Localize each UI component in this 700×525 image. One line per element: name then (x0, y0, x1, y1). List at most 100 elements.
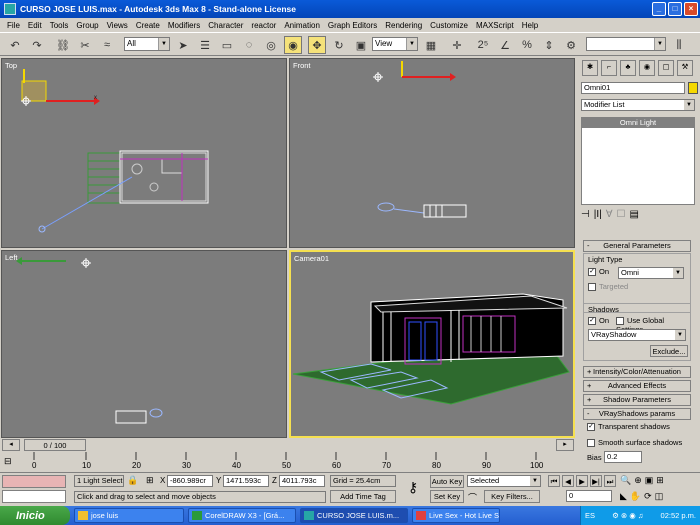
orbit-icon[interactable]: ⟳ (644, 491, 652, 502)
next-frame-icon[interactable]: ▸ (556, 439, 574, 451)
transparent-shadows-checkbox[interactable]: ✓ Transparent shadows (587, 422, 670, 432)
zoom-icon[interactable]: 🔍 (620, 475, 631, 486)
track-bar[interactable]: ⊟ 0 10 20 30 40 50 60 70 80 90 100 (0, 452, 578, 472)
select-and-manipulate-icon[interactable]: ◉ (284, 36, 302, 54)
vray-shadows-rollout[interactable]: - VRayShadows params (583, 408, 691, 420)
mirror-icon[interactable]: ⫼ (670, 36, 688, 54)
pin-stack-icon[interactable]: ⊣ (581, 209, 590, 220)
play-icon[interactable]: ▶ (576, 475, 588, 487)
create-tab-icon[interactable]: ✱ (582, 60, 598, 76)
menu-character[interactable]: Character (204, 21, 247, 30)
x-coord-input[interactable]: -860.989cr (167, 475, 213, 487)
light-type-dropdown[interactable]: Omni ▼ (618, 267, 684, 279)
remove-modifier-icon[interactable]: ☐ (617, 209, 626, 220)
select-move-icon[interactable]: ◎ (262, 36, 280, 54)
zoom-extents-icon[interactable]: ▣ (645, 475, 654, 486)
modify-tab-icon[interactable]: ⌐ (601, 60, 617, 76)
menu-maxscript[interactable]: MAXScript (472, 21, 518, 30)
viewport-left[interactable]: Left (1, 250, 287, 438)
zoom-all-icon[interactable]: ⊕ (634, 475, 642, 486)
goto-end-icon[interactable]: ⏭ (604, 475, 616, 487)
targeted-checkbox[interactable]: Targeted (588, 282, 628, 292)
pivot-icon[interactable]: ▦ (422, 36, 440, 54)
menu-help[interactable]: Help (518, 21, 542, 30)
named-selection-dropdown[interactable]: ▼ (586, 37, 666, 51)
smooth-surface-checkbox[interactable]: Smooth surface shadows (587, 438, 682, 448)
menu-views[interactable]: Views (103, 21, 132, 30)
viewport-front[interactable]: Front (289, 58, 575, 248)
absolute-mode-icon[interactable]: ⊞ (146, 475, 154, 486)
select-move-icon[interactable]: ✥ (308, 36, 326, 54)
minimize-button[interactable]: _ (652, 2, 666, 16)
unlink-icon[interactable]: ✂ (76, 36, 94, 54)
spinner-snap-icon[interactable]: ⇕ (540, 36, 558, 54)
link-icon[interactable]: ⛓ (54, 36, 72, 54)
add-time-tag-button[interactable]: Add Time Tag (330, 490, 396, 503)
maxscript-output-mini[interactable] (2, 490, 66, 503)
task-coreldraw[interactable]: CorelDRAW X3 - [Grá... (188, 508, 296, 523)
select-object-icon[interactable]: ➤ (174, 36, 192, 54)
menu-rendering[interactable]: Rendering (381, 21, 426, 30)
goto-start-icon[interactable]: ⏮ (548, 475, 560, 487)
angle-snap-icon[interactable]: ∠ (496, 36, 514, 54)
start-button[interactable]: Inicio (0, 506, 70, 525)
modifier-list-dropdown[interactable]: Modifier List ▼ (581, 99, 695, 111)
key-filters-button[interactable]: Key Filters... (484, 490, 540, 503)
ref-coord-dropdown[interactable]: View ▼ (372, 37, 418, 51)
exclude-button[interactable]: Exclude... (650, 345, 688, 357)
configure-modifier-sets-icon[interactable]: ▤ (630, 209, 639, 220)
next-key-icon[interactable]: ▶| (590, 475, 602, 487)
z-coord-input[interactable]: 4011.793c (279, 475, 325, 487)
language-indicator[interactable]: ES (585, 511, 595, 520)
pan-icon[interactable]: ✋ (630, 491, 641, 502)
object-color-swatch[interactable] (688, 82, 698, 94)
undo-icon[interactable]: ↶ (6, 36, 24, 54)
edit-named-selection-icon[interactable]: ⚙ (562, 36, 580, 54)
select-scale-icon[interactable]: ▣ (352, 36, 370, 54)
task-jose-luis[interactable]: jose luis (74, 508, 184, 523)
display-tab-icon[interactable]: ▢ (658, 60, 674, 76)
prev-key-icon[interactable]: ◀ (562, 475, 574, 487)
current-frame-input[interactable]: 0 (566, 490, 612, 502)
close-button[interactable]: × (684, 2, 698, 16)
menu-animation[interactable]: Animation (280, 21, 324, 30)
select-rotate-icon[interactable]: ↻ (330, 36, 348, 54)
viewport-camera[interactable]: Camera01 (289, 250, 575, 438)
show-end-result-icon[interactable]: |I| (594, 209, 602, 220)
shadow-type-dropdown[interactable]: VRayShadow ▼ (588, 329, 686, 341)
axis-constraint-icon[interactable]: ✛ (448, 36, 466, 54)
menu-modifiers[interactable]: Modifiers (164, 21, 204, 30)
y-coord-input[interactable]: 1471.593c (223, 475, 269, 487)
default-tangents-icon[interactable]: ⌒ (468, 491, 477, 504)
on-checkbox[interactable]: ✓ On (588, 267, 609, 277)
window-crossing-icon[interactable]: ◌ (240, 36, 258, 54)
task-3dsmax[interactable]: CURSO JOSE LUIS.m... (300, 508, 408, 523)
menu-file[interactable]: File (3, 21, 24, 30)
advanced-effects-rollout[interactable]: + Advanced Effects (583, 380, 691, 392)
menu-edit[interactable]: Edit (24, 21, 46, 30)
make-unique-icon[interactable]: ∀ (606, 209, 613, 220)
menu-group[interactable]: Group (72, 21, 102, 30)
selection-filter-dropdown[interactable]: All ▼ (124, 37, 170, 51)
percent-snap-icon[interactable]: % (518, 36, 536, 54)
zoom-extents-all-icon[interactable]: ⊞ (656, 475, 664, 486)
general-parameters-rollout[interactable]: - General Parameters (583, 240, 691, 252)
auto-key-button[interactable]: Auto Key (430, 475, 464, 488)
lock-selection-icon[interactable]: 🔒 (127, 475, 138, 486)
prev-frame-icon[interactable]: ◂ (2, 439, 20, 451)
intensity-rollout[interactable]: + Intensity/Color/Attenuation (583, 366, 691, 378)
field-of-view-icon[interactable]: ◣ (620, 491, 627, 502)
maxscript-listener-mini[interactable] (2, 475, 66, 488)
time-slider-thumb[interactable]: 0 / 100 (24, 439, 86, 451)
menu-create[interactable]: Create (132, 21, 164, 30)
bias-spinner[interactable]: 0.2 (604, 451, 642, 463)
set-key-button[interactable]: Set Key (430, 490, 464, 503)
curve-editor-icon[interactable]: ⊟ (4, 456, 12, 467)
shadow-parameters-rollout[interactable]: + Shadow Parameters (583, 394, 691, 406)
menu-tools[interactable]: Tools (46, 21, 73, 30)
rect-selection-icon[interactable]: ▭ (218, 36, 236, 54)
utilities-tab-icon[interactable]: ⚒ (677, 60, 693, 76)
select-by-name-icon[interactable]: ☰ (196, 36, 214, 54)
hierarchy-tab-icon[interactable]: ♣ (620, 60, 636, 76)
object-name-input[interactable]: Omni01 (581, 82, 685, 94)
